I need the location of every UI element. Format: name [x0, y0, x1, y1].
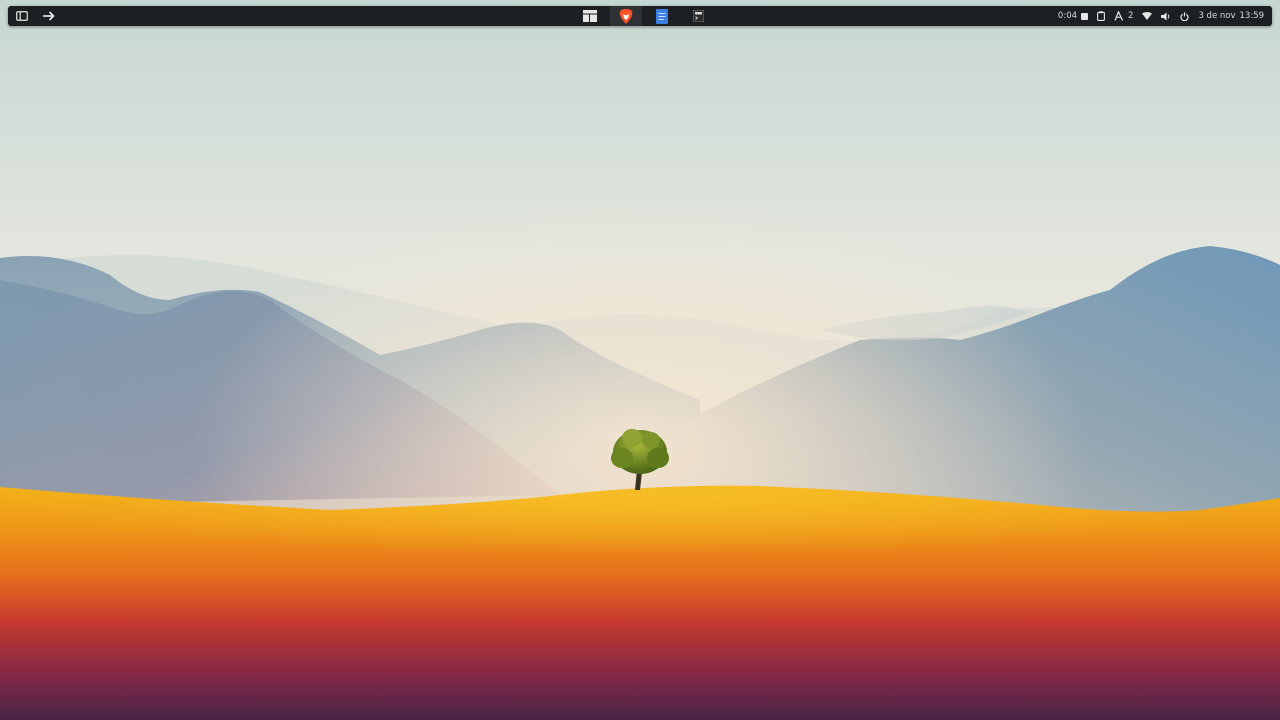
document-icon — [656, 8, 668, 24]
date-label: 3 de nov — [1198, 11, 1236, 21]
brave-lion-icon — [619, 8, 633, 24]
notifications-count: 2 — [1128, 11, 1134, 21]
notifications-indicator[interactable]: 2 — [1114, 11, 1133, 21]
activities-arrow-button[interactable] — [40, 8, 56, 24]
volume-icon — [1161, 12, 1170, 20]
power-menu-button[interactable] — [1180, 11, 1190, 21]
wallpaper — [0, 0, 1280, 720]
top-panel: 0:04 2 3 de nov 13:59 — [8, 6, 1272, 26]
app-layout-manager[interactable] — [574, 6, 606, 26]
clipboard-button[interactable] — [1097, 11, 1105, 21]
panel-left — [14, 6, 56, 26]
volume-indicator[interactable] — [1161, 12, 1171, 21]
recording-timer: 0:04 — [1057, 11, 1078, 21]
sidebar-toggle-button[interactable] — [14, 8, 30, 24]
recording-indicator[interactable]: 0:04 — [1057, 11, 1089, 21]
window-layout-icon — [583, 10, 597, 22]
app-text-editor[interactable] — [646, 6, 678, 26]
app-brave-browser[interactable] — [610, 6, 642, 26]
panel-apps — [574, 6, 718, 26]
sidebar-panel-icon — [16, 11, 28, 21]
notification-icon — [1114, 11, 1124, 21]
power-icon — [1180, 11, 1190, 21]
arrow-right-icon — [42, 11, 55, 21]
system-tray: 0:04 2 3 de nov 13:59 — [1058, 6, 1264, 26]
stop-icon — [1081, 12, 1089, 20]
network-indicator[interactable] — [1142, 12, 1153, 20]
app-terminal[interactable] — [682, 6, 714, 26]
clock[interactable]: 3 de nov 13:59 — [1198, 11, 1264, 21]
desktop[interactable]: 0:04 2 3 de nov 13:59 — [0, 0, 1280, 720]
time-label: 13:59 — [1239, 11, 1265, 21]
terminal-icon — [692, 10, 704, 22]
wifi-icon — [1142, 12, 1153, 20]
clipboard-icon — [1097, 11, 1105, 21]
